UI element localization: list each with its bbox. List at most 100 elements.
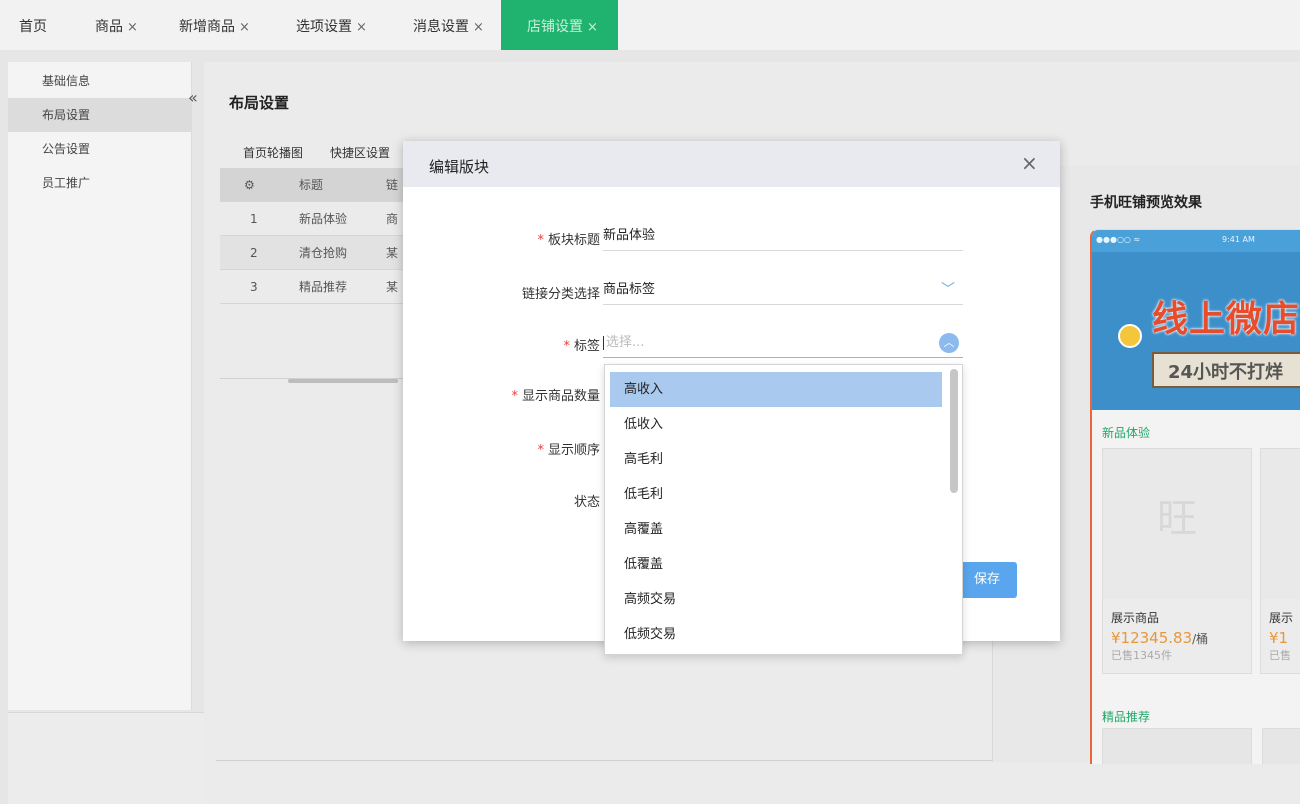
block-title-label: * 板块标题 bbox=[430, 229, 600, 248]
table-row[interactable]: 1 新品体验 商 bbox=[220, 202, 410, 236]
row-title: 精品推荐 bbox=[299, 280, 348, 294]
product-card: 旺 展示商品 ¥12345.83/桶 已售1345件 bbox=[1102, 448, 1252, 674]
subtab-home-carousel[interactable]: 首页轮播图 bbox=[243, 144, 303, 161]
tab-add-goods[interactable]: 新增商品 × bbox=[179, 0, 250, 50]
tab-label: 首页 bbox=[19, 19, 47, 35]
dropdown-option[interactable]: 低频交易 bbox=[610, 617, 942, 652]
label-text: 标签 bbox=[573, 339, 600, 354]
required-mark: * bbox=[537, 443, 544, 458]
table-horizontal-scrollbar[interactable] bbox=[220, 378, 410, 388]
row-link: 某 bbox=[386, 246, 399, 260]
link-category-select[interactable]: 商品标签 ﹀ bbox=[603, 275, 963, 305]
tab-message-settings[interactable]: 消息设置 × bbox=[413, 0, 484, 50]
status-time: 9:41 AM bbox=[1222, 235, 1255, 244]
settings-icon[interactable]: ⚙ bbox=[244, 168, 255, 202]
close-icon[interactable]: × bbox=[473, 20, 484, 35]
dropdown-option[interactable]: 高频交易 bbox=[610, 582, 942, 617]
dropdown-option[interactable]: 高收入 bbox=[610, 372, 942, 407]
banner-subline: 24小时不打烊 bbox=[1168, 362, 1284, 383]
table-row[interactable]: 3 精品推荐 某 bbox=[220, 270, 410, 304]
price-value: ¥12345.83 bbox=[1111, 629, 1193, 647]
tab-shop-settings[interactable]: 店铺设置 × bbox=[501, 0, 618, 50]
product-name: 展示 bbox=[1269, 611, 1294, 625]
sidebar-item-label: 员工推广 bbox=[42, 176, 91, 190]
sidebar-item-layout[interactable]: 布局设置 bbox=[8, 98, 192, 132]
tab-label: 消息设置 bbox=[413, 19, 469, 35]
tab-label: 选项设置 bbox=[296, 19, 352, 35]
tag-label: * 标签 bbox=[430, 335, 600, 354]
dropdown-option[interactable]: 高覆盖 bbox=[610, 512, 942, 547]
dropdown-option[interactable]: 低毛利 bbox=[610, 477, 942, 512]
product-card: 展示 ¥1 已售 bbox=[1260, 448, 1300, 674]
select-value: 商品标签 bbox=[603, 282, 656, 297]
signal-icon: ●●●○○ ≈ bbox=[1096, 235, 1141, 244]
row-link: 某 bbox=[386, 280, 399, 294]
close-icon[interactable]: × bbox=[239, 20, 250, 35]
phone-preview: ●●●○○ ≈ 9:41 AM 线上微店 24小时不打烊 新品体验 旺 展示商品… bbox=[1090, 229, 1300, 764]
tab-bar: 首页 商品 × 新增商品 × 选项设置 × 消息设置 × 店铺设置 × bbox=[0, 0, 1300, 50]
row-title: 新品体验 bbox=[299, 212, 348, 226]
product-image bbox=[1261, 449, 1300, 599]
table-row[interactable]: 2 清仓抢购 某 bbox=[220, 236, 410, 270]
product-price: ¥12345.83/桶 bbox=[1111, 629, 1208, 647]
required-mark: * bbox=[537, 233, 544, 248]
status-label: 状态 bbox=[573, 495, 600, 510]
dropdown-scrollbar[interactable] bbox=[950, 369, 958, 493]
block-title-input[interactable]: 新品体验 bbox=[603, 221, 963, 251]
divider bbox=[216, 760, 996, 761]
tab-goods[interactable]: 商品 × bbox=[95, 0, 138, 50]
product-card bbox=[1102, 728, 1252, 764]
sidebar-item-staff-promo[interactable]: 员工推广 bbox=[8, 166, 192, 200]
close-icon[interactable]: × bbox=[1021, 153, 1038, 173]
column-header-link: 链 bbox=[386, 178, 399, 192]
price-value: ¥1 bbox=[1269, 629, 1289, 647]
sidebar-item-basic-info[interactable]: 基础信息 bbox=[8, 64, 192, 98]
section-featured: 精品推荐 bbox=[1102, 710, 1151, 724]
row-index: 3 bbox=[250, 280, 258, 294]
chevron-down-icon: ﹀ bbox=[941, 282, 955, 298]
sidebar-item-label: 公告设置 bbox=[42, 142, 91, 156]
close-icon[interactable]: × bbox=[587, 20, 598, 35]
clock-badge-icon bbox=[1118, 324, 1142, 348]
label-text: 板块标题 bbox=[547, 233, 600, 248]
dialog-header: 编辑版块 × bbox=[403, 141, 1060, 187]
tab-label: 新增商品 bbox=[179, 19, 235, 35]
sidebar-item-label: 布局设置 bbox=[42, 108, 91, 122]
product-sold: 已售 bbox=[1269, 649, 1291, 662]
banner-headline: 线上微店 bbox=[1152, 299, 1300, 340]
sidebar-item-notice[interactable]: 公告设置 bbox=[8, 132, 192, 166]
sidebar: 基础信息 布局设置 公告设置 员工推广 bbox=[8, 62, 192, 710]
tag-dropdown: 高收入 低收入 高毛利 低毛利 高覆盖 低覆盖 高频交易 低频交易 bbox=[604, 364, 963, 655]
product-name: 展示商品 bbox=[1111, 611, 1160, 625]
price-unit: /桶 bbox=[1192, 632, 1209, 646]
collapse-sidebar-icon[interactable]: « bbox=[188, 88, 198, 107]
tag-select[interactable]: 选择... ︿ bbox=[603, 328, 963, 358]
product-sold: 已售1345件 bbox=[1111, 649, 1172, 662]
chevron-up-icon[interactable]: ︿ bbox=[939, 333, 959, 353]
scrollbar-thumb[interactable] bbox=[288, 379, 398, 383]
label-text: 显示商品数量 bbox=[521, 389, 600, 404]
text-caret bbox=[603, 335, 604, 350]
tab-home[interactable]: 首页 bbox=[19, 0, 47, 50]
dropdown-option[interactable]: 高毛利 bbox=[610, 442, 942, 477]
sidebar-footer bbox=[8, 712, 204, 804]
label-text: 显示顺序 bbox=[547, 443, 600, 458]
page-title: 布局设置 bbox=[229, 94, 290, 112]
section-new-products: 新品体验 bbox=[1102, 426, 1151, 440]
row-title: 清仓抢购 bbox=[299, 246, 348, 260]
phone-status-bar: ●●●○○ ≈ 9:41 AM bbox=[1092, 230, 1300, 252]
dropdown-option[interactable]: 低覆盖 bbox=[610, 547, 942, 582]
close-icon[interactable]: × bbox=[127, 20, 138, 35]
tab-option-settings[interactable]: 选项设置 × bbox=[296, 0, 367, 50]
show-count-label: * 显示商品数量 bbox=[430, 385, 600, 404]
save-button[interactable]: 保存 bbox=[957, 562, 1017, 598]
product-card bbox=[1262, 728, 1300, 764]
dropdown-option[interactable]: 低收入 bbox=[610, 407, 942, 442]
preview-title: 手机旺铺预览效果 bbox=[1090, 195, 1202, 211]
subtab-shortcut[interactable]: 快捷区设置 bbox=[330, 144, 390, 161]
close-icon[interactable]: × bbox=[356, 20, 367, 35]
sidebar-item-label: 基础信息 bbox=[42, 74, 91, 88]
row-index: 1 bbox=[250, 212, 258, 226]
show-order-label: * 显示顺序 bbox=[430, 439, 600, 458]
column-header-title: 标题 bbox=[299, 178, 324, 192]
